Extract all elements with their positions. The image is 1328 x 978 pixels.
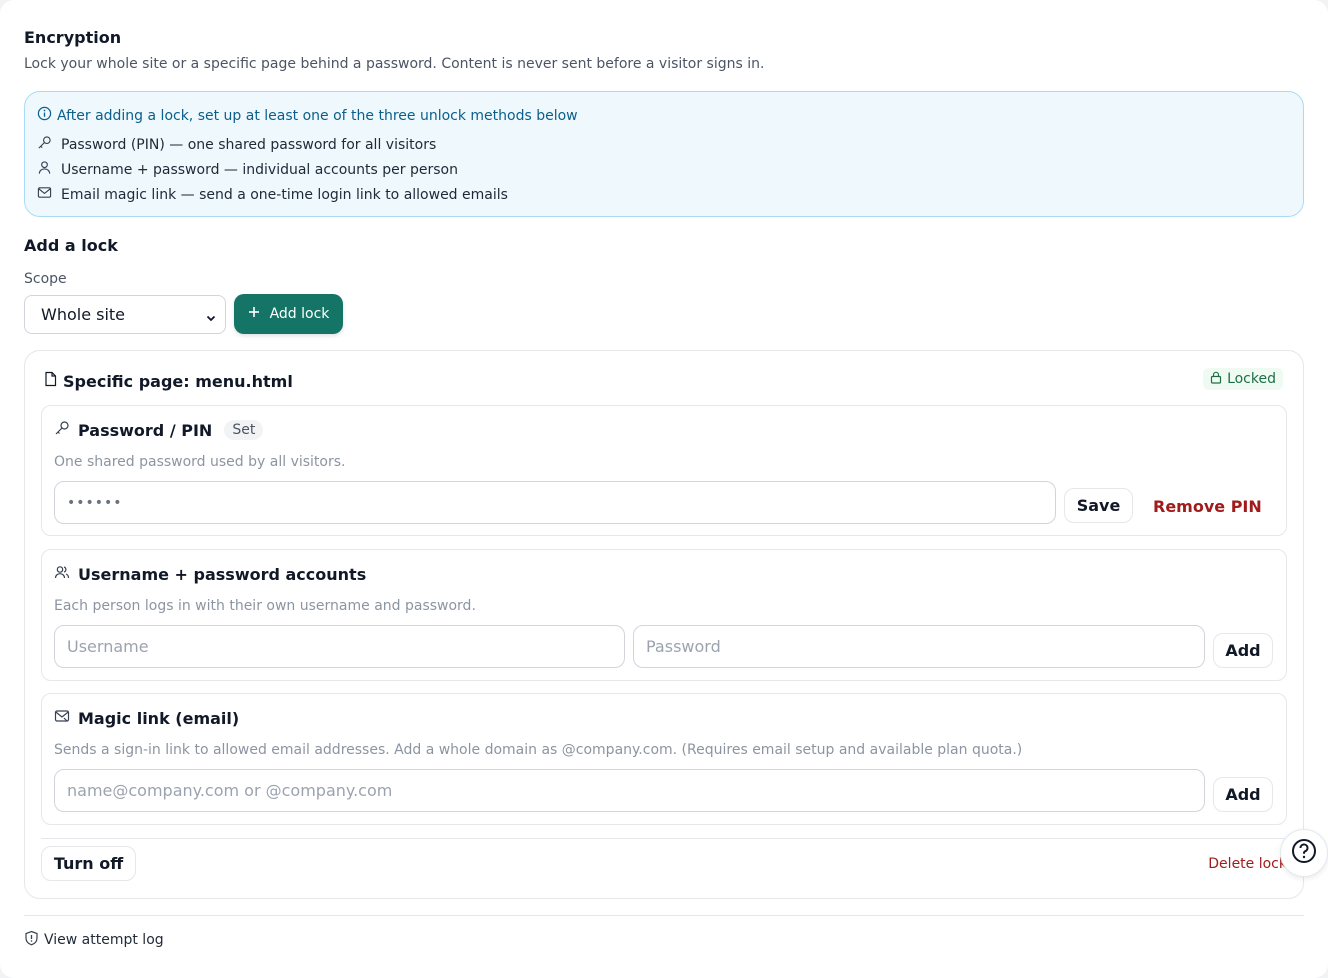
info-heading: After adding a lock, set up at least one… — [37, 106, 578, 125]
magic-method-description: Sends a sign-in link to allowed email ad… — [54, 742, 1023, 758]
pin-input-value: •••••• — [67, 494, 123, 511]
info-method-magic: Email magic link — send a one-time login… — [37, 185, 508, 204]
save-pin-button[interactable]: Save — [1064, 488, 1133, 523]
shield-icon — [24, 930, 39, 950]
magic-link-method-card: Magic link (email) Sends a sign-in link … — [41, 693, 1287, 825]
footer-divider — [24, 915, 1304, 916]
delete-lock-button[interactable]: Delete lock — [1208, 856, 1287, 872]
key-icon — [37, 135, 52, 154]
add-lock-heading: Add a lock — [24, 236, 118, 255]
scope-select[interactable]: Whole site — [24, 295, 226, 334]
lock-card-divider — [41, 838, 1287, 839]
add-email-button[interactable]: Add — [1213, 777, 1273, 812]
add-lock-button-label: Add lock — [269, 306, 330, 322]
chevron-down-icon — [205, 309, 217, 328]
user-icon — [37, 160, 52, 179]
view-attempt-log-link[interactable]: View attempt log — [24, 930, 164, 950]
lock-title-text: Specific page: menu.html — [63, 371, 293, 391]
password-input[interactable]: Password — [633, 625, 1205, 668]
info-heading-text: After adding a lock, set up at least one… — [57, 107, 578, 124]
help-icon — [1291, 838, 1317, 868]
scope-select-value: Whole site — [41, 305, 126, 324]
magic-method-title: Magic link (email) — [54, 708, 239, 728]
status-badge-text: Locked — [1227, 371, 1276, 387]
add-lock-button[interactable]: Add lock — [234, 294, 343, 334]
page-title: Encryption — [24, 28, 122, 47]
scope-label: Scope — [24, 271, 67, 287]
accounts-method-title-text: Username + password accounts — [78, 564, 367, 584]
add-account-button[interactable]: Add — [1213, 633, 1273, 668]
info-method-text: Email magic link — send a one-time login… — [61, 186, 508, 203]
info-method-accounts: Username + password — individual account… — [37, 160, 458, 179]
help-button[interactable] — [1280, 829, 1328, 877]
view-attempt-log-label: View attempt log — [44, 932, 164, 948]
encryption-settings-page: Encryption Lock your whole site or a spe… — [0, 0, 1328, 978]
file-icon — [43, 371, 58, 391]
pin-input[interactable]: •••••• — [54, 481, 1056, 524]
info-box: After adding a lock, set up at least one… — [24, 91, 1304, 217]
mail-icon — [37, 185, 52, 204]
key-icon — [54, 420, 70, 440]
lock-card: Specific page: menu.html Locked Password… — [24, 350, 1304, 899]
magic-method-title-text: Magic link (email) — [78, 708, 240, 728]
info-method-pin: Password (PIN) — one shared password for… — [37, 135, 436, 154]
page-subtitle: Lock your whole site or a specific page … — [24, 56, 765, 72]
username-input[interactable]: Username — [54, 625, 625, 668]
pin-method-description: One shared password used by all visitors… — [54, 454, 346, 470]
password-placeholder: Password — [646, 637, 721, 656]
info-method-text: Password (PIN) — one shared password for… — [61, 136, 437, 153]
pin-method-card: Password / PIN Set One shared password u… — [41, 405, 1287, 536]
email-input[interactable]: name@company.com or @company.com — [54, 769, 1205, 812]
pin-set-badge: Set — [224, 420, 264, 440]
pin-method-title: Password / PIN Set — [54, 420, 264, 440]
accounts-method-description: Each person logs in with their own usern… — [54, 598, 476, 614]
info-icon — [37, 106, 52, 125]
mail-open-icon — [54, 708, 70, 728]
users-icon — [54, 564, 70, 584]
email-placeholder: name@company.com or @company.com — [67, 781, 393, 800]
info-method-text: Username + password — individual account… — [61, 161, 458, 178]
username-placeholder: Username — [67, 637, 149, 656]
status-badge: Locked — [1203, 368, 1283, 390]
remove-pin-button[interactable]: Remove PIN — [1153, 497, 1262, 516]
accounts-method-title: Username + password accounts — [54, 564, 366, 584]
lock-title: Specific page: menu.html — [43, 371, 293, 391]
lock-icon — [1210, 371, 1222, 388]
pin-method-title-text: Password / PIN — [78, 420, 213, 440]
turn-off-button[interactable]: Turn off — [41, 846, 136, 881]
accounts-method-card: Username + password accounts Each person… — [41, 549, 1287, 681]
plus-icon — [248, 306, 260, 322]
